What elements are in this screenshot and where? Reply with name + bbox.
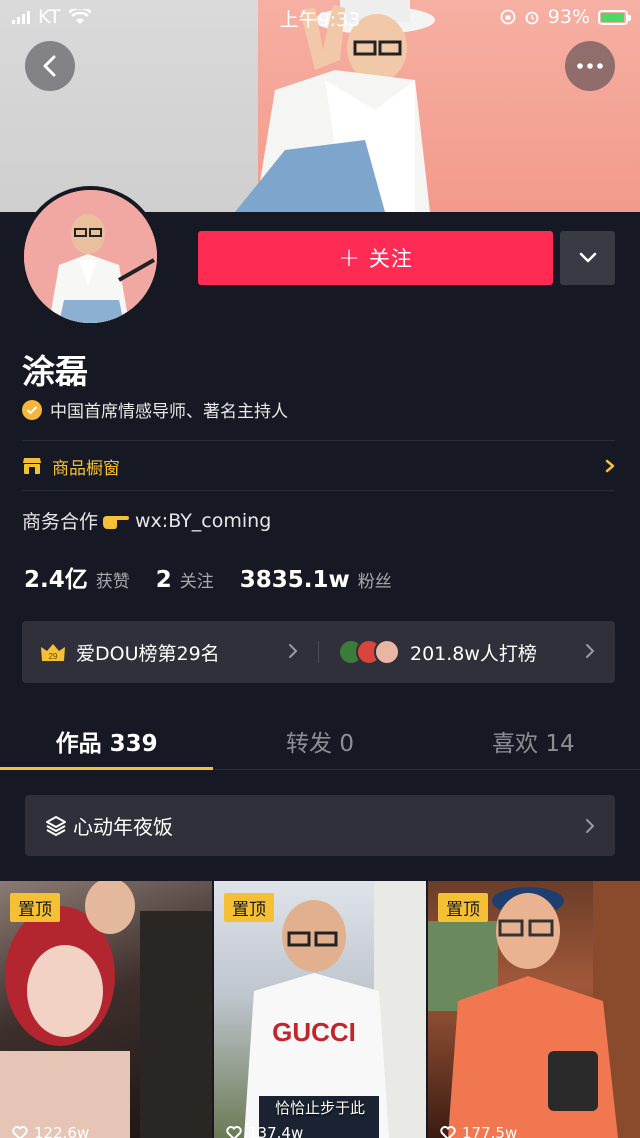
- alarm-icon: [525, 11, 539, 25]
- video-likes-count: 177.5w: [462, 1124, 518, 1138]
- pinned-badge: 置顶: [10, 893, 60, 922]
- collection-label: 心动年夜饭: [73, 815, 173, 839]
- fan-cheer-link[interactable]: 201.8w人打榜: [338, 621, 537, 683]
- profile-name: 涂磊: [22, 352, 88, 391]
- followers-label: 粉丝: [357, 572, 392, 592]
- video-caption: 恰恰止步于此: [274, 1099, 365, 1117]
- bio-prefix: 商务合作: [22, 511, 99, 533]
- heart-icon: [12, 1126, 28, 1138]
- video-grid: 置顶 122.6w GUCCI 置顶 恰恰止步于此 137.4w 置顶 177.…: [0, 881, 640, 1138]
- shop-window-row[interactable]: 商品橱窗: [22, 441, 615, 491]
- video-thumbnail[interactable]: 置顶 177.5w: [428, 881, 640, 1138]
- orientation-lock-icon: [500, 9, 516, 25]
- video-likes: 137.4w: [226, 1124, 303, 1138]
- dou-rank-link[interactable]: 29 爱DOU榜第29名: [40, 621, 220, 683]
- chevron-left-icon: [43, 55, 56, 77]
- tab-active-indicator: [0, 767, 213, 770]
- layers-icon: [46, 815, 66, 836]
- follow-button[interactable]: + 关注: [198, 231, 553, 285]
- verified-badge-icon: [22, 399, 42, 420]
- avatar-photo: [24, 190, 157, 323]
- recommend-dropdown-button[interactable]: [560, 231, 615, 285]
- rank-card: 29 爱DOU榜第29名 201.8w人打榜: [22, 621, 615, 683]
- likes-label: 获赞: [95, 572, 130, 592]
- video-likes-count: 122.6w: [34, 1124, 90, 1138]
- bio: 商务合作 wx:BY_coming: [22, 507, 271, 534]
- shop-label: 商品橱窗: [52, 458, 120, 479]
- avatar[interactable]: [20, 186, 161, 327]
- pinned-badge: 置顶: [224, 893, 274, 922]
- back-button[interactable]: [25, 41, 75, 91]
- chevron-right-icon: [586, 644, 595, 658]
- chevron-right-icon: [586, 818, 595, 833]
- rank-badge-number: 29: [49, 652, 58, 661]
- tab-reposts[interactable]: 转发 0: [213, 712, 426, 769]
- pinned-badge: 置顶: [438, 893, 488, 922]
- chevron-down-icon: [579, 252, 596, 263]
- status-right: 93%: [500, 6, 631, 28]
- video-likes-count: 137.4w: [248, 1124, 304, 1138]
- following-stat[interactable]: 2 关注: [156, 567, 214, 593]
- video-likes: 177.5w: [440, 1124, 517, 1138]
- pointing-hand-icon: [103, 515, 130, 529]
- following-count: 2: [155, 567, 172, 593]
- bio-contact: wx:BY_coming: [135, 509, 272, 532]
- verification-line: 中国首席情感导师、著名主持人: [22, 397, 288, 422]
- likes-stat[interactable]: 2.4亿 获赞: [24, 560, 130, 594]
- likes-count: 2.4亿: [24, 567, 88, 593]
- content-tabs: 作品 339 转发 0 喜欢 14: [0, 712, 640, 769]
- video-likes: 122.6w: [12, 1124, 89, 1138]
- following-label: 关注: [179, 572, 214, 592]
- tab-works[interactable]: 作品 339: [0, 712, 213, 769]
- shop-icon: [23, 458, 41, 474]
- plus-icon: +: [338, 243, 361, 273]
- ellipsis-icon: [577, 63, 603, 69]
- video-thumbnail[interactable]: 置顶 122.6w: [0, 881, 212, 1138]
- heart-icon: [440, 1126, 456, 1138]
- fan-cheer-text: 201.8w人打榜: [410, 642, 537, 665]
- profile-banner: KT 上午9:33 93%: [0, 0, 640, 212]
- profile-stats: 2.4亿 获赞 2 关注 3835.1w 粉丝: [24, 560, 418, 594]
- chevron-right-icon: [289, 644, 298, 658]
- battery-percent: 93%: [547, 6, 590, 28]
- collection-row[interactable]: 心动年夜饭: [25, 795, 615, 856]
- status-bar: KT 上午9:33 93%: [0, 0, 640, 34]
- follow-label: 关注: [368, 247, 413, 271]
- divider: [22, 490, 615, 491]
- crown-badge-icon: 29: [41, 644, 65, 661]
- followers-stat[interactable]: 3835.1w 粉丝: [240, 567, 392, 593]
- divider: [318, 641, 319, 663]
- verification-text: 中国首席情感导师、著名主持人: [50, 402, 288, 422]
- video-thumbnail[interactable]: GUCCI 置顶 恰恰止步于此 137.4w: [214, 881, 426, 1138]
- followers-count: 3835.1w: [239, 567, 350, 593]
- tab-likes[interactable]: 喜欢 14: [427, 712, 640, 769]
- more-button[interactable]: [565, 41, 615, 91]
- chevron-right-icon: [605, 459, 615, 473]
- svg-text:GUCCI: GUCCI: [272, 1017, 356, 1047]
- battery-icon: [598, 9, 631, 25]
- fan-avatar: [374, 639, 400, 665]
- heart-icon: [226, 1126, 242, 1138]
- rank-text: 爱DOU榜第29名: [76, 642, 220, 665]
